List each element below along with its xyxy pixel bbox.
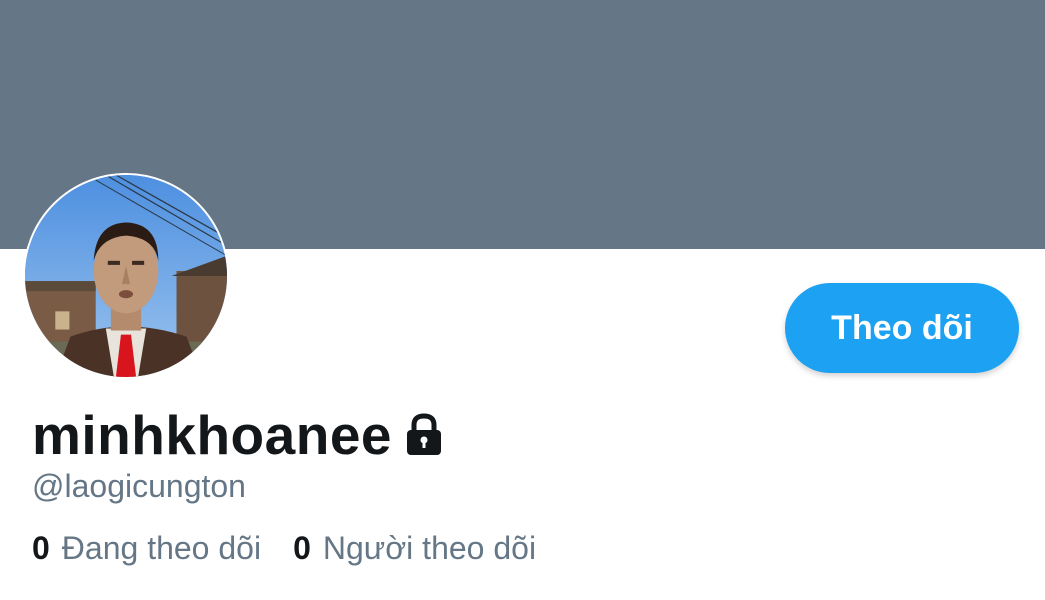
display-name: minhkhoanee <box>32 404 393 466</box>
follow-button[interactable]: Theo dõi <box>785 283 1019 373</box>
following-stat[interactable]: 0 Đang theo dõi <box>32 530 261 567</box>
lock-icon <box>404 413 444 457</box>
avatar[interactable] <box>23 173 229 379</box>
profile-handle: @laogicungton <box>32 468 246 504</box>
display-name-row: minhkhoanee <box>32 400 444 470</box>
following-label: Đang theo dõi <box>61 530 262 566</box>
followers-label: Người theo dõi <box>322 530 537 566</box>
following-count: 0 <box>32 530 50 566</box>
followers-count: 0 <box>293 530 311 566</box>
profile-page: Theo dõi minhkhoanee @laogicungton 0 Đan… <box>0 0 1045 600</box>
avatar-image <box>25 175 227 377</box>
profile-stats: 0 Đang theo dõi 0 Người theo dõi <box>32 530 568 567</box>
followers-stat[interactable]: 0 Người theo dõi <box>293 530 536 567</box>
